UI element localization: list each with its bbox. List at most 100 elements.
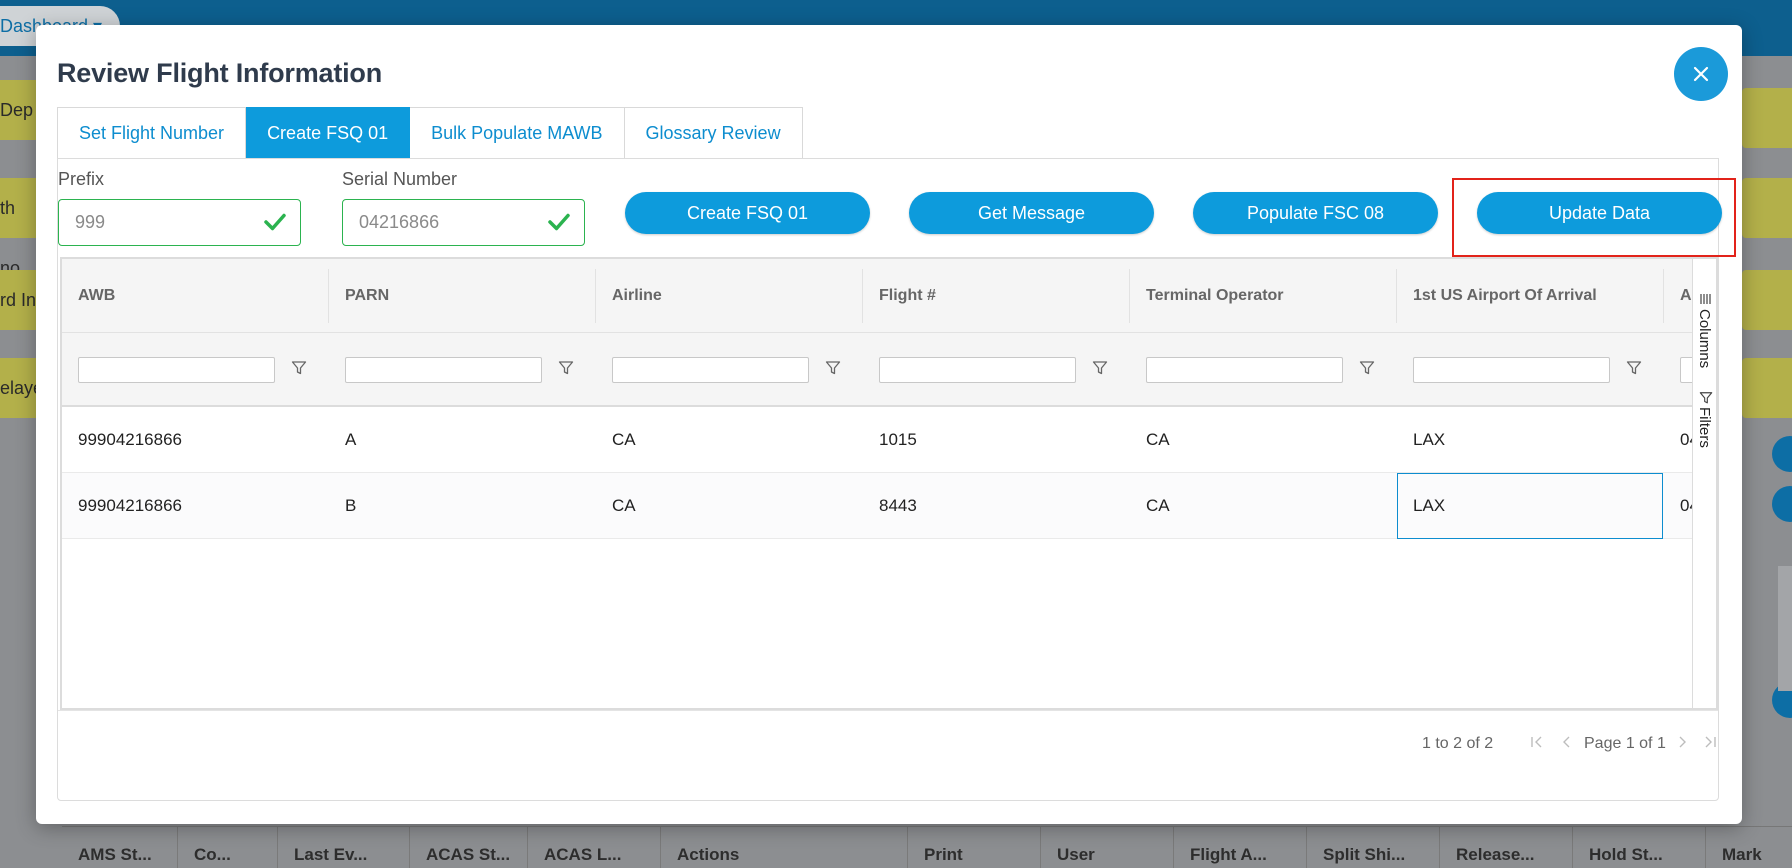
cell-awb[interactable]: 99904216866 [62, 473, 328, 539]
filter-input-airline[interactable] [612, 357, 809, 383]
filter-input-terminal-operator[interactable] [1146, 357, 1343, 383]
column-header-first-us-airport[interactable]: 1st US Airport Of Arrival [1397, 259, 1663, 333]
bg-card-label: rd In [0, 290, 37, 310]
table-row[interactable]: 99904216866 B CA 8443 CA LAX 04 [62, 473, 1692, 539]
bg-column-header[interactable]: Mark [1706, 827, 1766, 868]
table-row[interactable]: 99904216866 A CA 1015 CA LAX 04 [62, 407, 1692, 473]
tab-glossary-review[interactable]: Glossary Review [624, 107, 803, 158]
bg-panel [1778, 566, 1792, 691]
cell-airline[interactable]: CA [596, 473, 862, 539]
bg-column-header[interactable]: Co... [178, 827, 278, 868]
filter-icon [1699, 392, 1713, 404]
tab-bulk-populate-mawb[interactable]: Bulk Populate MAWB [410, 107, 625, 158]
create-fsq-panel: Prefix Serial Number Create FSQ 01 Get M… [57, 158, 1722, 801]
bg-status-card [1742, 88, 1792, 148]
filter-input-awb[interactable] [78, 357, 275, 383]
bg-column-header[interactable]: Actions [661, 827, 908, 868]
filter-input-parn[interactable] [345, 357, 542, 383]
bg-column-header[interactable]: Flight A... [1174, 827, 1307, 868]
cell-first-us-airport-focused[interactable]: LAX [1397, 473, 1663, 539]
close-button[interactable] [1674, 47, 1728, 101]
cell-parn[interactable]: B [329, 473, 595, 539]
bg-column-header[interactable]: Print [908, 827, 1041, 868]
cell-first-us-airport[interactable]: LAX [1397, 407, 1663, 473]
cell-terminal-operator[interactable]: CA [1130, 407, 1396, 473]
bg-status-card [1742, 178, 1792, 238]
columns-label: Columns [1696, 309, 1713, 369]
filter-icon[interactable] [825, 360, 841, 376]
bg-column-header[interactable]: User [1041, 827, 1174, 868]
bg-column-header[interactable]: Split Shi... [1307, 827, 1440, 868]
next-page-icon[interactable] [1673, 733, 1691, 751]
close-icon [1693, 66, 1709, 82]
filter-icon[interactable] [558, 360, 574, 376]
filters-panel-button[interactable]: Filters [1693, 391, 1716, 461]
cell-flight-number[interactable]: 1015 [863, 407, 1129, 473]
bg-status-card [1742, 358, 1792, 418]
bg-column-header[interactable]: ACAS St... [410, 827, 528, 868]
bg-card-label: th no [0, 198, 21, 278]
update-data-button[interactable]: Update Data [1477, 192, 1722, 234]
filter-icon[interactable] [1626, 360, 1642, 376]
column-header-parn[interactable]: PARN [329, 259, 595, 333]
grid-side-bar: Columns Filters [1692, 259, 1716, 708]
column-header-airline[interactable]: Airline [596, 259, 862, 333]
filter-cell-first-us-airport [1397, 333, 1663, 407]
get-message-button[interactable]: Get Message [909, 192, 1154, 234]
bg-status-card: Dep [0, 80, 40, 140]
filter-cell-airline [596, 333, 862, 407]
cell-flight-number[interactable]: 8443 [863, 473, 1129, 539]
filter-icon[interactable] [1359, 360, 1375, 376]
bg-column-header[interactable]: AMS St... [62, 827, 178, 868]
tab-create-fsq-01[interactable]: Create FSQ 01 [246, 107, 411, 158]
column-header-terminal-operator[interactable]: Terminal Operator [1130, 259, 1396, 333]
filter-cell-awb [62, 333, 328, 407]
last-page-icon[interactable] [1701, 733, 1719, 751]
serial-number-field [342, 199, 585, 246]
cell-arrival[interactable]: 04 [1664, 407, 1692, 473]
bg-column-header[interactable]: Release... [1440, 827, 1573, 868]
cell-awb[interactable]: 99904216866 [62, 407, 328, 473]
filter-cell-terminal-operator [1130, 333, 1396, 407]
populate-fsc-08-button[interactable]: Populate FSC 08 [1193, 192, 1438, 234]
pagination-bar: 1 to 2 of 2 Page 1 of 1 [58, 710, 1718, 800]
row-count-summary: 1 to 2 of 2 [1422, 735, 1494, 752]
flight-data-grid: AWB PARN Airline Flight # Terminal Opera… [60, 257, 1718, 710]
prefix-label: Prefix [58, 169, 105, 189]
filter-cell-parn [329, 333, 595, 407]
bg-card-label: Dep [0, 100, 34, 120]
cell-terminal-operator[interactable]: CA [1130, 473, 1396, 539]
filter-input-first-us-airport[interactable] [1413, 357, 1610, 383]
check-icon [548, 213, 570, 231]
review-flight-modal: Review Flight Information Set Flight Num… [36, 25, 1742, 824]
first-page-icon[interactable] [1528, 733, 1546, 751]
bg-column-header[interactable]: ACAS L... [528, 827, 661, 868]
grid-header-row: AWB PARN Airline Flight # Terminal Opera… [62, 259, 1692, 333]
bg-table-header: AMS St... Co... Last Ev... ACAS St... AC… [62, 826, 1792, 868]
columns-panel-button[interactable]: Columns [1693, 293, 1716, 373]
filter-input-arrival[interactable] [1680, 357, 1692, 383]
bg-status-card: th no [0, 178, 40, 278]
create-fsq-01-button[interactable]: Create FSQ 01 [625, 192, 870, 234]
previous-page-icon[interactable] [1558, 733, 1576, 751]
filter-cell-arrival [1664, 333, 1692, 407]
serial-number-label: Serial Number [342, 169, 458, 189]
grid-filter-row [62, 333, 1692, 407]
column-header-arrival[interactable]: Ar [1664, 259, 1692, 333]
cell-arrival[interactable]: 04 [1664, 473, 1692, 539]
bg-status-card: rd In [0, 270, 40, 330]
bg-column-header[interactable]: Last Ev... [278, 827, 410, 868]
cell-parn[interactable]: A [329, 407, 595, 473]
columns-icon [1700, 294, 1711, 304]
column-header-awb[interactable]: AWB [62, 259, 328, 333]
bg-status-card [1742, 270, 1792, 330]
cell-airline[interactable]: CA [596, 407, 862, 473]
bg-status-card: elaye [0, 358, 43, 418]
tab-set-flight-number[interactable]: Set Flight Number [57, 107, 247, 158]
filter-icon[interactable] [1092, 360, 1108, 376]
bg-column-header[interactable]: Hold St... [1573, 827, 1706, 868]
column-header-flight-number[interactable]: Flight # [863, 259, 1129, 333]
filter-icon[interactable] [291, 360, 307, 376]
modal-title: Review Flight Information [57, 58, 383, 88]
filter-input-flight-number[interactable] [879, 357, 1076, 383]
